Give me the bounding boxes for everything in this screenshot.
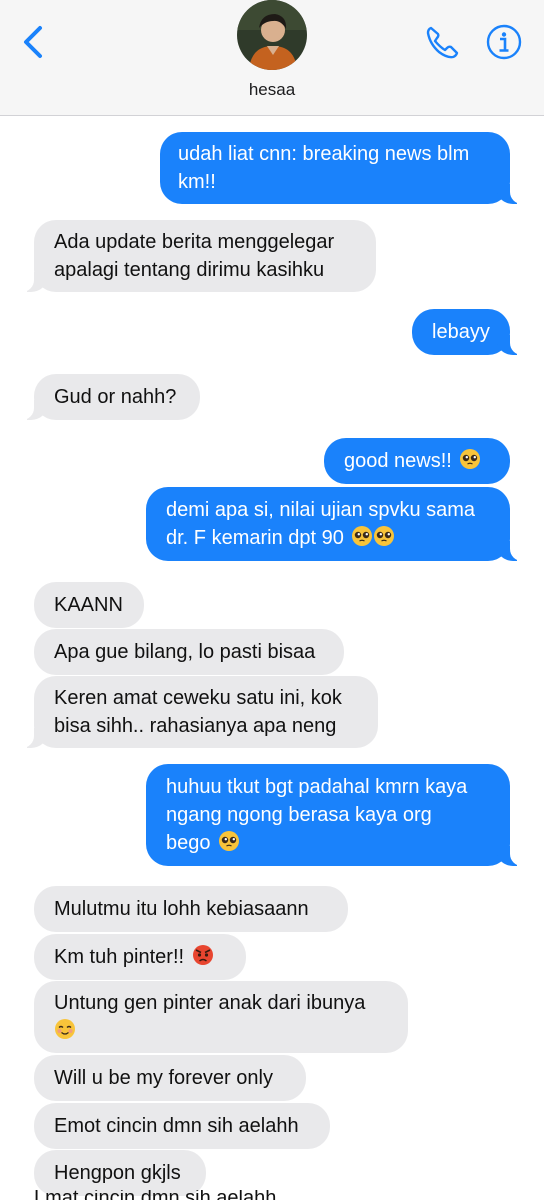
- pleading-face-icon: [219, 831, 240, 851]
- message-bubble-incoming[interactable]: Km tuh pinter!!: [34, 934, 246, 980]
- message-bubble-outgoing[interactable]: lebayy: [412, 309, 528, 355]
- message-text: KAANN: [54, 594, 123, 616]
- message-text: dr. F kemarin dpt 90: [166, 527, 344, 549]
- chevron-left-icon[interactable]: [18, 22, 50, 62]
- message-text: bego: [166, 832, 211, 854]
- message-text: Hengpon gkjls: [54, 1162, 181, 1184]
- conversation-header: hesaa: [0, 0, 544, 116]
- message-text: good news!!: [344, 450, 452, 472]
- message-bubble-outgoing[interactable]: good news!!: [324, 438, 510, 484]
- message-text: Untung gen pinter anak dari ibunya: [54, 992, 366, 1014]
- message-text: Apa gue bilang, lo pasti bisaa: [54, 641, 316, 663]
- phone-icon[interactable]: [422, 22, 462, 62]
- message-bubble-incoming[interactable]: Mulutmu itu lohh kebiasaann: [34, 886, 348, 932]
- message-text: apalagi tentang dirimu kasihku: [54, 259, 325, 281]
- message-bubble-outgoing[interactable]: demi apa si, nilai ujian spvku sama dr. …: [146, 487, 528, 561]
- message-text: Keren amat ceweku satu ini, kok: [54, 687, 342, 709]
- avatar[interactable]: [237, 0, 307, 70]
- info-icon[interactable]: [484, 22, 524, 62]
- message-text: huhuu tkut bgt padahal kmrn kaya: [166, 776, 468, 798]
- message-text: Ada update berita menggelegar: [54, 231, 335, 253]
- message-text: lebayy: [432, 321, 490, 343]
- contact-name[interactable]: hesaa: [0, 80, 544, 100]
- message-text: Km tuh pinter!!: [54, 946, 185, 968]
- message-text: Gud or nahh?: [54, 386, 177, 408]
- smiling-face-icon: [55, 1019, 75, 1039]
- message-text: Will u be my forever only: [54, 1067, 273, 1089]
- message-bubble-outgoing[interactable]: huhuu tkut bgt padahal kmrn kaya ngang n…: [146, 764, 528, 866]
- cut-off-message-text: Lmat cincin dmn sih aelahh: [34, 1190, 354, 1200]
- angry-face-icon: [192, 945, 213, 965]
- message-text: Mulutmu itu lohh kebiasaann: [54, 898, 309, 920]
- message-text: demi apa si, nilai ujian spvku sama: [166, 499, 476, 521]
- message-bubble-outgoing[interactable]: udah liat cnn: breaking news blm km!!: [160, 132, 528, 204]
- pleading-face-icon: [352, 526, 373, 546]
- message-bubble-incoming[interactable]: Gud or nahh?: [16, 374, 200, 420]
- message-bubble-incoming[interactable]: Keren amat ceweku satu ini, kok bisa sih…: [16, 676, 378, 748]
- message-bubble-incoming[interactable]: Emot cincin dmn sih aelahh: [34, 1103, 330, 1149]
- message-text: udah liat cnn: breaking news blm: [178, 143, 470, 165]
- pleading-face-icon: [374, 526, 395, 546]
- message-text: Emot cincin dmn sih aelahh: [54, 1115, 299, 1137]
- pleading-face-icon: [460, 449, 481, 469]
- message-bubble-incoming[interactable]: Ada update berita menggelegar apalagi te…: [16, 220, 376, 292]
- message-bubble-incoming[interactable]: Will u be my forever only: [34, 1055, 306, 1101]
- message-bubble-incoming[interactable]: Apa gue bilang, lo pasti bisaa: [34, 629, 344, 675]
- message-text: km!!: [178, 171, 216, 193]
- message-bubble-incoming[interactable]: Untung gen pinter anak dari ibunya: [34, 981, 408, 1053]
- message-bubble-incoming[interactable]: KAANN: [34, 582, 144, 628]
- message-text: ngang ngong berasa kaya org: [166, 804, 432, 826]
- message-text: bisa sihh.. rahasianya apa neng: [54, 715, 337, 737]
